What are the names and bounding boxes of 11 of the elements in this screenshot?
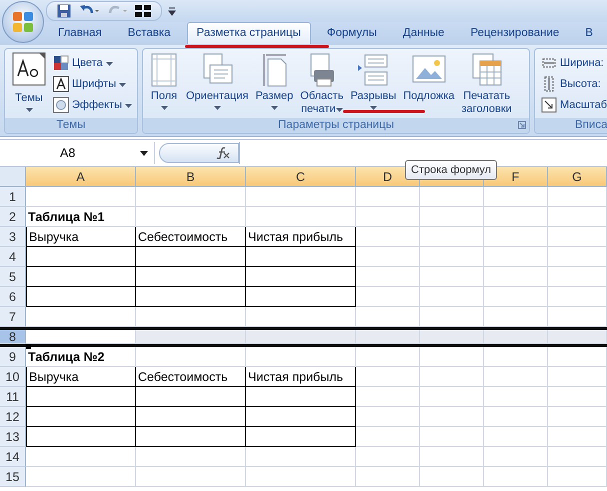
tooltip: Строка формул	[405, 160, 498, 180]
table-cell: Таблица №1	[26, 207, 136, 227]
table-cell: Чистая прибыль	[246, 367, 356, 387]
group-title: Темы	[5, 118, 137, 133]
table-cell: Выручка	[26, 367, 136, 387]
table-cell: Чистая прибыль	[246, 227, 356, 247]
table-cell: Таблица №2	[26, 347, 136, 367]
table-cell: Себестоимость	[136, 367, 246, 387]
table-cell: Выручка	[26, 227, 136, 247]
table-cell: Себестоимость	[136, 227, 246, 247]
group-title: Параметры страницы	[143, 118, 529, 133]
